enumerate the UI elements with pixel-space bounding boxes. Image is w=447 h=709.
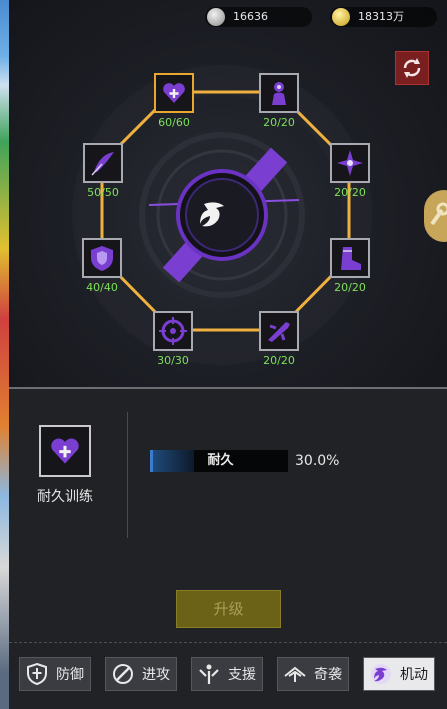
talent-node-level: 30/30 [157,354,189,367]
mobility-tab-icon [368,661,394,687]
tab-separator [9,642,447,643]
boot-icon [341,247,361,270]
upgrade-button[interactable]: 升级 [176,590,281,628]
tab-label: 机动 [400,667,428,683]
feather-icon [91,152,114,176]
running-emblem-icon [200,202,224,227]
tab-mobility[interactable]: 机动 [363,657,435,691]
tab-attack[interactable]: 进攻 [105,657,177,691]
stat-value: 30.0% [295,453,340,469]
stat-progress-bar: 耐久 [150,450,288,472]
talent-node-compass[interactable] [330,143,370,183]
tab-label: 防御 [56,667,84,683]
talent-node-level: 20/20 [334,186,366,199]
talent-node-level: 50/50 [87,186,119,199]
tab-defense[interactable]: 防御 [19,657,91,691]
tab-label: 支援 [228,667,256,683]
heart-plus-icon [51,438,79,464]
talent-node-level: 20/20 [263,116,295,129]
tab-label: 进攻 [142,667,170,683]
selected-talent-icon [39,425,91,477]
heart-plus-icon [163,83,185,103]
talent-node-shield[interactable] [82,238,122,278]
attack-tab-icon [110,661,136,687]
talent-node-level: 60/60 [158,116,190,129]
detail-separator [127,412,128,538]
talent-node-crosshair[interactable] [153,311,193,351]
tab-raid[interactable]: 奇袭 [277,657,349,691]
jet-icon [268,322,290,342]
talent-node-feather[interactable] [83,143,123,183]
tab-support[interactable]: 支援 [191,657,263,691]
compass-star-icon [337,150,363,176]
stat-name: 耐久 [207,453,234,468]
talent-node-level: 40/40 [86,281,118,294]
talent-node-jet[interactable] [259,311,299,351]
talent-node-level: 20/20 [334,281,366,294]
tab-label: 奇袭 [314,667,342,683]
soldier-icon [272,82,286,105]
shield-icon [91,246,113,271]
talent-node-endurance[interactable] [154,73,194,113]
talent-node-boot[interactable] [330,238,370,278]
talent-node-soldier[interactable] [259,73,299,113]
crosshair-icon [159,317,187,345]
support-tab-icon [196,661,222,687]
selected-talent-name: 耐久训练 [37,489,93,505]
talent-node-level: 20/20 [263,354,295,367]
raid-tab-icon [282,661,308,687]
desktop-edge-strip [0,0,9,709]
shield-tab-icon [24,661,50,687]
